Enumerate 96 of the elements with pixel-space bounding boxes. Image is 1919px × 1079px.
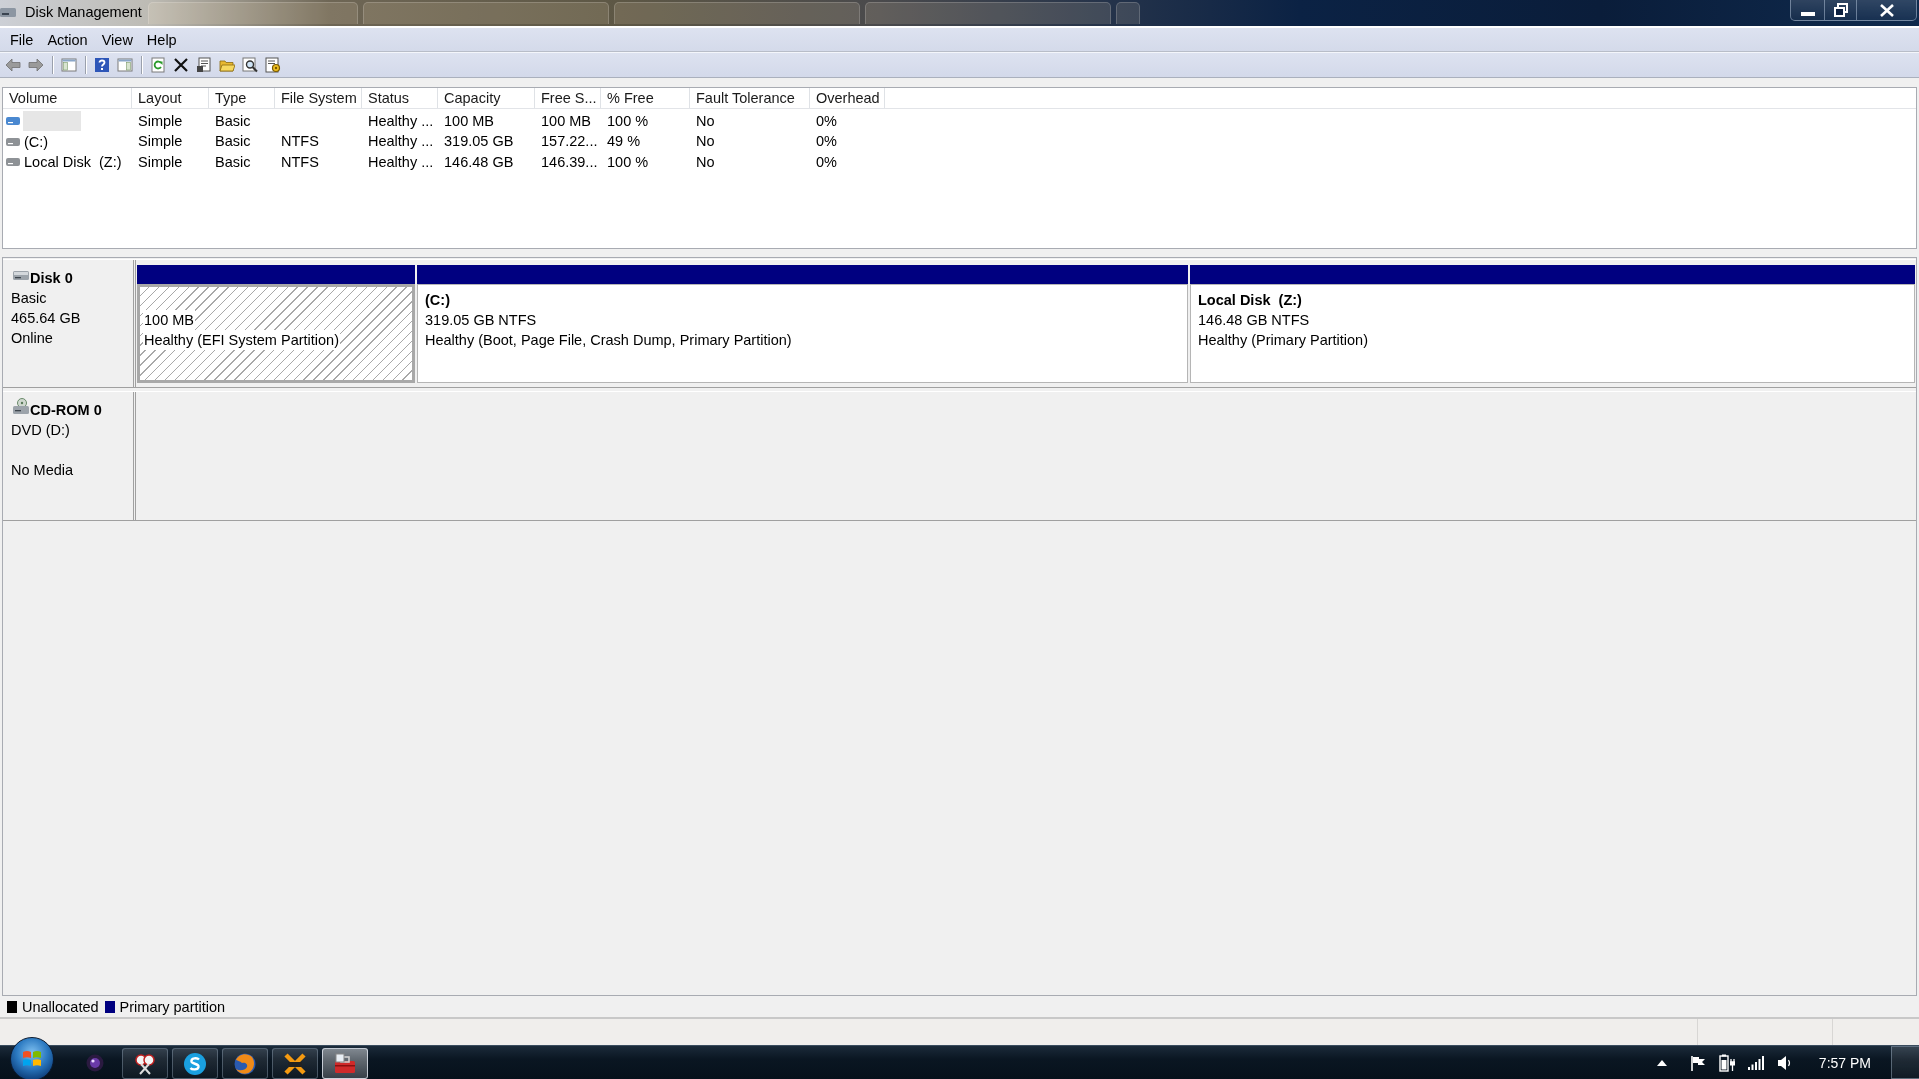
table-cell-text: 49 % <box>606 132 642 152</box>
column-header[interactable]: File System <box>275 88 362 108</box>
folder-icon <box>219 57 235 73</box>
minimize-icon <box>1800 12 1815 16</box>
document-icon <box>196 57 212 73</box>
menu-item[interactable]: Help <box>139 29 184 50</box>
table-cell-text: 157.22... <box>540 132 599 152</box>
table-cell-text: Simple <box>137 132 184 152</box>
table-cell-text: 0% <box>815 132 838 152</box>
window-panel-icon <box>61 57 77 73</box>
menu-item[interactable]: File <box>3 29 41 50</box>
minimize-button[interactable] <box>1790 0 1825 21</box>
show-desktop-button[interactable] <box>1891 1046 1919 1079</box>
table-cell-text: 319.05 GB <box>443 132 515 152</box>
table-cell-text: 146.39... <box>540 152 599 172</box>
speaker-icon[interactable] <box>1776 1054 1793 1071</box>
table-cell-text: NTFS <box>280 132 320 152</box>
up-arrow-icon <box>1656 1059 1667 1066</box>
table-cell-text: NTFS <box>280 152 320 172</box>
column-header[interactable]: Overhead <box>810 88 885 108</box>
table-cell[interactable]: (C:) <box>23 131 50 152</box>
table-cell-text: No <box>695 132 716 152</box>
column-header[interactable]: Layout <box>132 88 209 108</box>
column-header[interactable]: Volume <box>3 88 132 108</box>
globe-icon <box>233 1051 257 1076</box>
table-cell-text: 100 MB <box>540 112 592 131</box>
forward-arrow-icon <box>28 57 44 73</box>
column-header[interactable]: Capacity <box>438 88 535 108</box>
menu-item[interactable]: Action <box>40 29 95 50</box>
clock[interactable]: 7:57 PM <box>1818 1052 1871 1073</box>
signal-bars-icon[interactable] <box>1747 1055 1764 1070</box>
window-title: Disk Management <box>25 3 142 22</box>
table-cell-text: Simple <box>137 152 184 172</box>
hard-drive-icon <box>13 270 29 280</box>
battery-plug-icon[interactable] <box>1718 1053 1735 1072</box>
help-icon <box>94 57 110 73</box>
blurred-patch <box>1115 2 1140 24</box>
disk-name: CD-ROM 0 <box>30 401 102 420</box>
back-arrow-icon <box>5 57 21 73</box>
cd-drive-icon <box>13 398 29 414</box>
table-cell-text: 100 MB <box>443 112 495 131</box>
round-logo-icon <box>183 1051 207 1076</box>
partition-block[interactable]: 100 MB Healthy (EFI System Partition) <box>137 284 415 383</box>
close-icon <box>1879 3 1894 17</box>
column-header[interactable]: Free S... <box>535 88 601 108</box>
table-cell-text: Healthy ... <box>367 112 435 131</box>
restore-icon <box>1833 3 1848 17</box>
table-cell-text: Healthy ... <box>367 152 435 172</box>
column-header[interactable]: % Free <box>601 88 690 108</box>
legend-label: Unallocated <box>22 997 99 1016</box>
disk-size: 465.64 GB <box>11 309 82 328</box>
taskbar-button[interactable] <box>172 1048 218 1079</box>
table-cell-text: 0% <box>815 152 838 172</box>
column-header[interactable]: Type <box>209 88 275 108</box>
table-cell-text: 100 % <box>606 152 650 172</box>
table-cell-text: Simple <box>137 112 184 131</box>
windows-logo-icon <box>22 1048 42 1069</box>
disk-status: Online <box>11 329 54 348</box>
taskbar-button[interactable] <box>122 1048 168 1079</box>
window-panel-icon <box>117 57 133 73</box>
table-cell-text: 146.48 GB <box>443 152 515 172</box>
taskbar-button[interactable] <box>272 1048 318 1079</box>
close-button[interactable] <box>1857 0 1917 21</box>
partition-block[interactable]: (C:) 319.05 GB NTFS Healthy (Boot, Page File, Crash Dump, Primary Partition) <box>417 284 1188 383</box>
column-header[interactable]: Fault Tolerance <box>690 88 810 108</box>
table-cell-text: Basic <box>214 132 252 152</box>
legend-label: Primary partition <box>119 997 226 1016</box>
table-cell-text: No <box>695 112 716 131</box>
partition-status: Healthy (EFI System Partition) <box>143 330 340 350</box>
disk-type: Basic <box>11 289 48 308</box>
x-icon <box>173 57 189 73</box>
table-cell-text: Basic <box>214 152 252 172</box>
column-header[interactable]: Status <box>362 88 438 108</box>
x-mark-icon <box>283 1051 307 1076</box>
drive-letter: DVD (D:) <box>11 421 71 440</box>
partition-block[interactable]: Local Disk (Z:) 146.48 GB NTFS Healthy (Primary Partition) <box>1190 284 1915 383</box>
menu-item[interactable]: View <box>94 29 140 50</box>
document-gear-icon <box>265 57 281 73</box>
table-cell-text: Basic <box>214 112 252 131</box>
table-cell-text: No <box>695 152 716 172</box>
table-cell-text: 100 % <box>606 112 650 131</box>
camera-lens-icon[interactable] <box>86 1053 104 1072</box>
table-cell-text: 0% <box>815 112 838 131</box>
flag-icon[interactable] <box>1689 1054 1706 1071</box>
restore-button[interactable] <box>1825 0 1857 21</box>
taskbar-button[interactable] <box>222 1048 268 1079</box>
toolbox-icon <box>333 1051 357 1076</box>
partition-size: 100 MB <box>143 310 195 330</box>
disk-name: Disk 0 <box>30 269 73 288</box>
table-cell[interactable]: Local Disk (Z:) <box>23 151 123 172</box>
media-status: No Media <box>11 461 75 480</box>
search-icon <box>242 57 258 73</box>
refresh-icon <box>150 57 166 73</box>
scissors-icon <box>133 1051 157 1076</box>
taskbar-button[interactable] <box>322 1048 368 1079</box>
table-cell-text: Healthy ... <box>367 132 435 152</box>
